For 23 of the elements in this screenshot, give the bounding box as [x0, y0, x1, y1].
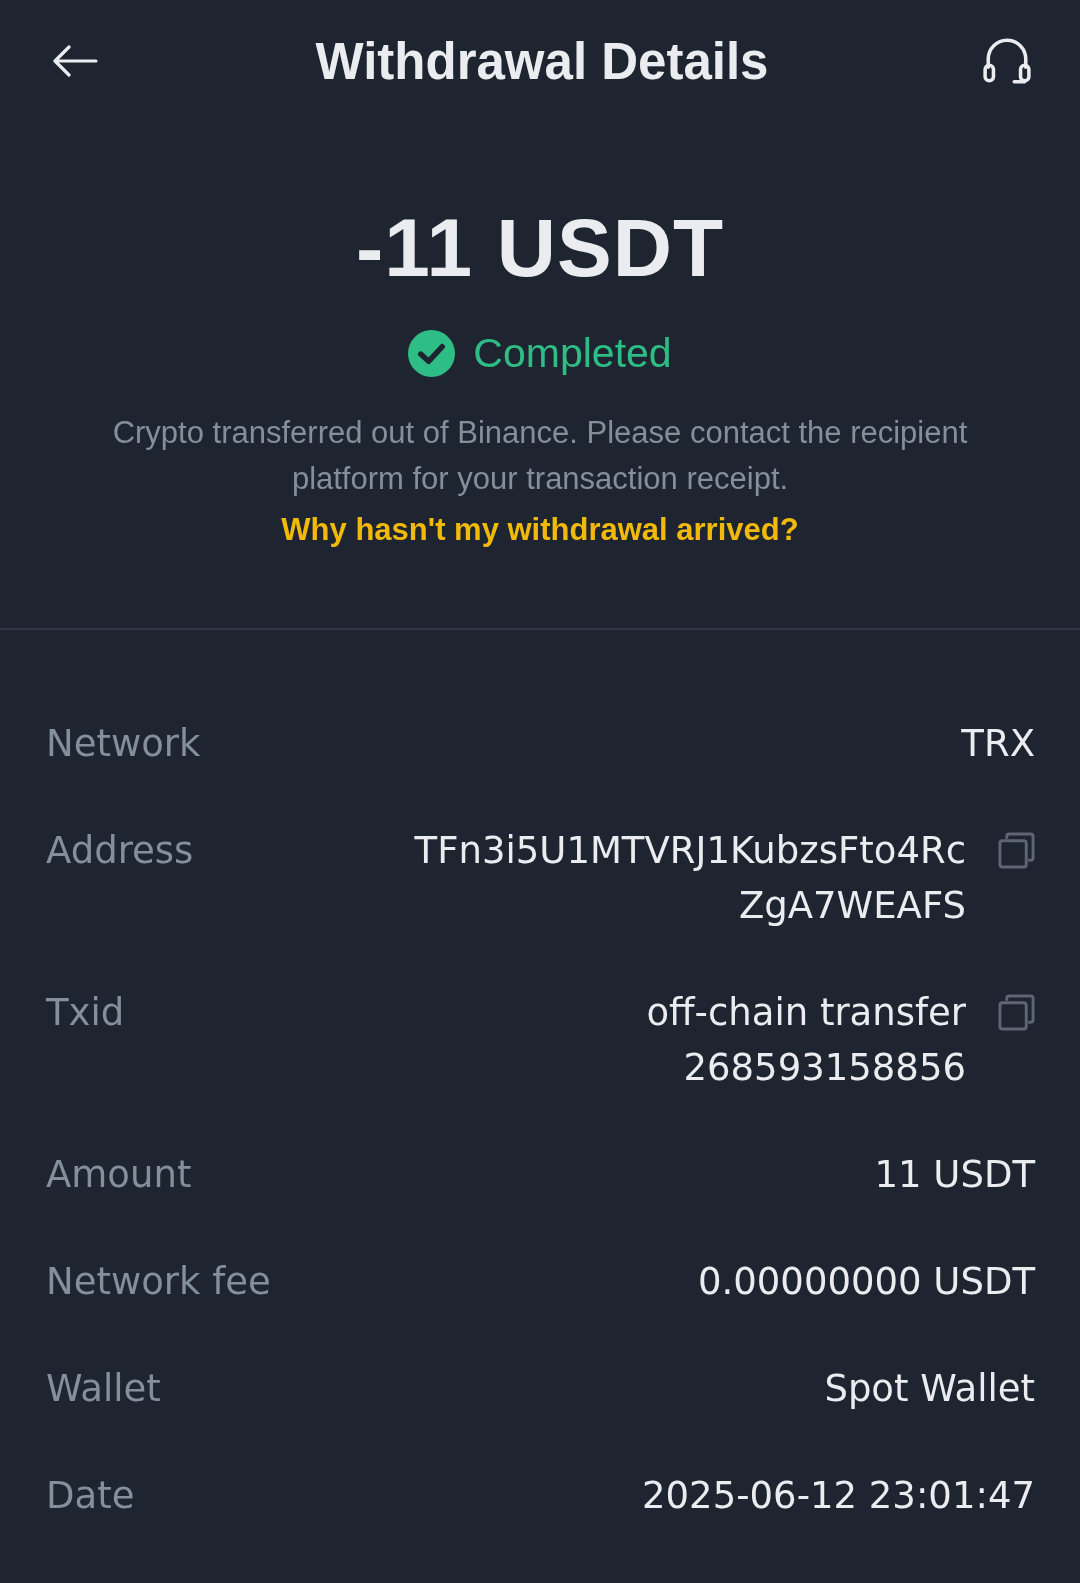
detail-label: Address: [46, 828, 194, 874]
detail-value: 2025-06-12 23:01:47: [642, 1473, 1035, 1519]
detail-value: 11 USDT: [874, 1152, 1035, 1198]
detail-value: Spot Wallet: [824, 1366, 1035, 1412]
headphones-icon[interactable]: [982, 36, 1032, 86]
description-text: Crypto transferred out of Binance. Please contact the recipient platform for your transaction receipt.: [111, 414, 969, 498]
detail-label: Network: [46, 721, 201, 767]
detail-value: TFn3i5U1MTVRJ1KubzsFto4RcZgA7WEAFS: [413, 828, 966, 929]
back-arrow-icon[interactable]: [52, 45, 98, 77]
detail-label: Date: [46, 1473, 135, 1519]
status-label: Completed: [473, 329, 672, 378]
copy-icon[interactable]: [998, 832, 1035, 869]
withdrawal-amount: -11 USDT: [356, 201, 724, 295]
page-title: Withdrawal Details: [315, 31, 769, 91]
copy-icon[interactable]: [998, 994, 1035, 1031]
detail-value: 0.00000000 USDT: [697, 1259, 1035, 1305]
detail-value: TRX: [961, 721, 1035, 767]
detail-label: Amount: [46, 1152, 192, 1198]
help-link[interactable]: Why hasn't my withdrawal arrived?: [281, 507, 799, 553]
detail-label: Wallet: [46, 1366, 161, 1412]
detail-label: Txid: [46, 990, 125, 1036]
detail-value: off-chain transfer 268593158856: [645, 990, 966, 1091]
detail-label: Network fee: [46, 1259, 271, 1305]
